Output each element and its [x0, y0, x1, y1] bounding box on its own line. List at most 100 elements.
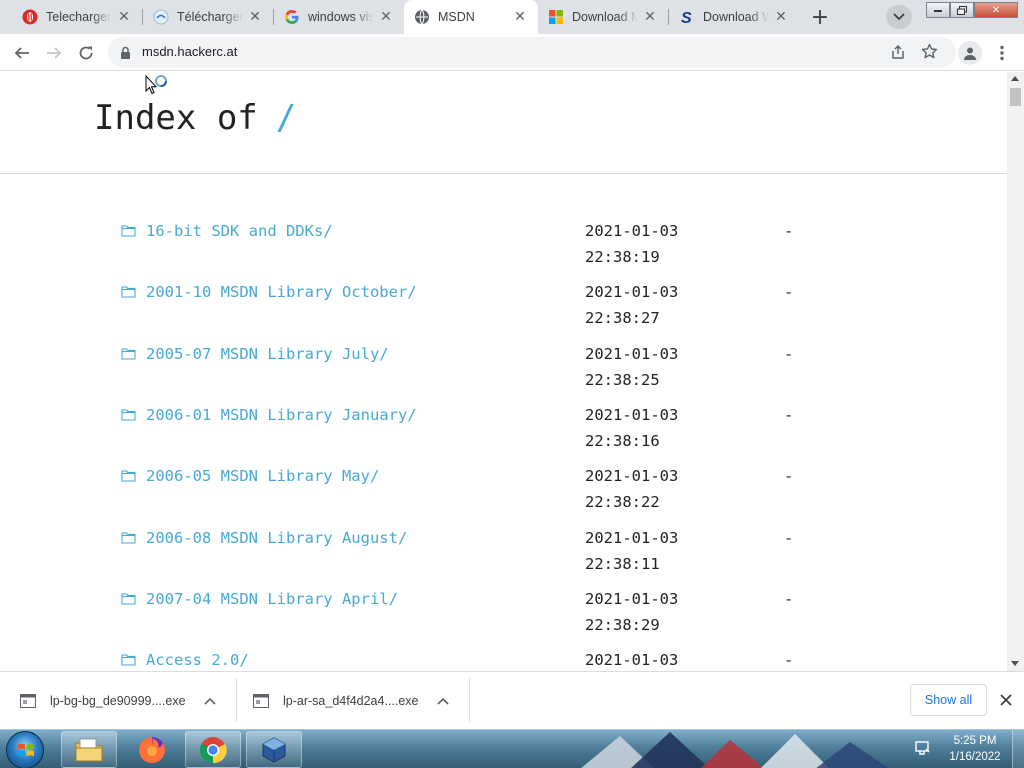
- tab-search-button[interactable]: [886, 5, 912, 29]
- opera-icon: [22, 9, 38, 25]
- reload-button[interactable]: [73, 40, 99, 66]
- modified-time: 22:38:29: [585, 615, 660, 634]
- firefox-icon: [139, 736, 165, 763]
- folder-icon: [121, 652, 136, 670]
- exe-file-icon: [253, 693, 269, 708]
- minimize-button[interactable]: [926, 2, 950, 18]
- chevron-up-icon[interactable]: [203, 697, 216, 705]
- start-button[interactable]: [6, 731, 44, 768]
- directory-link[interactable]: 2001-10 MSDN Library October/: [146, 283, 417, 301]
- windows-logo-icon: [18, 743, 34, 756]
- kebab-menu-icon[interactable]: [992, 41, 1012, 65]
- download-item[interactable]: lp-bg-bg_de90999....exe: [20, 672, 216, 729]
- directory-row: 2005-07 MSDN Library July/2021-01-03 22:3…: [0, 345, 1007, 406]
- scroll-thumb[interactable]: [1010, 88, 1021, 106]
- tab-telecharger-w[interactable]: Télécharger W ✕: [143, 0, 273, 34]
- directory-link[interactable]: Access 2.0/: [146, 651, 249, 669]
- url-text[interactable]: msdn.hackerc.at: [142, 44, 237, 59]
- close-icon[interactable]: ✕: [512, 9, 528, 25]
- directory-row: 2006-05 MSDN Library May/2021-01-03 22:38…: [0, 467, 1007, 528]
- window-close-button[interactable]: ✕: [974, 2, 1018, 18]
- close-icon[interactable]: ✕: [247, 9, 263, 25]
- system-clock[interactable]: 5:25 PM 1/16/2022: [940, 733, 1010, 765]
- tab-telecharger[interactable]: Telecharger d ✕: [12, 0, 142, 34]
- page-scrollbar[interactable]: [1007, 72, 1024, 671]
- action-center-flag-icon[interactable]: [914, 740, 930, 760]
- taskbar-firefox[interactable]: [124, 731, 180, 768]
- directory-row: 2001-10 MSDN Library October/2021-01-03 2…: [0, 283, 1007, 344]
- close-icon[interactable]: [998, 692, 1014, 708]
- taskbar-explorer[interactable]: [61, 731, 117, 768]
- bookmark-star-icon[interactable]: [921, 43, 938, 64]
- directory-link[interactable]: 16-bit SDK and DDKs/: [146, 222, 333, 240]
- show-all-downloads-button[interactable]: Show all: [910, 684, 987, 716]
- close-icon[interactable]: ✕: [773, 9, 789, 25]
- modified-date: 2021-01-03: [585, 589, 679, 608]
- google-icon: [284, 9, 300, 25]
- directory-link[interactable]: 2007-04 MSDN Library April/: [146, 590, 398, 608]
- scroll-up-arrow-icon[interactable]: [1011, 76, 1019, 81]
- close-icon[interactable]: ✕: [378, 9, 394, 25]
- back-button[interactable]: [9, 40, 35, 66]
- page-title: Index of /: [94, 98, 296, 138]
- site-icon: [153, 9, 169, 25]
- s-logo-icon: S: [679, 9, 695, 25]
- file-size: -: [784, 283, 794, 302]
- tab-title: MSDN: [438, 10, 475, 24]
- directory-link[interactable]: 2006-05 MSDN Library May/: [146, 467, 379, 485]
- download-item[interactable]: lp-ar-sa_d4f4d2a4....exe: [253, 672, 449, 729]
- mouse-cursor-busy-icon: [145, 74, 173, 103]
- directory-link[interactable]: 2005-07 MSDN Library July/: [146, 345, 389, 363]
- svg-text:S: S: [681, 10, 692, 25]
- page-viewport: Index of / 16-bit SDK and DDKs/2021-01-03…: [0, 72, 1007, 671]
- modified-datetime: 2021-01-03: [585, 647, 695, 671]
- tab-download-m[interactable]: Download M ✕: [538, 0, 668, 34]
- path-root-link[interactable]: /: [276, 98, 296, 138]
- reload-icon: [79, 46, 93, 60]
- directory-row: 2006-01 MSDN Library January/2021-01-03 2…: [0, 406, 1007, 467]
- directory-link[interactable]: 2006-08 MSDN Library August/: [146, 529, 407, 547]
- tab-windows-vista[interactable]: windows vista ✕: [274, 0, 404, 34]
- modified-time: 22:38:19: [585, 248, 660, 266]
- taskbar-virtualbox[interactable]: [246, 731, 302, 768]
- profile-avatar-icon[interactable]: [958, 41, 982, 65]
- tab-title: Télécharger W: [177, 10, 243, 24]
- modified-date: 2021-01-03: [585, 283, 679, 302]
- share-icon[interactable]: [890, 44, 906, 64]
- lock-icon[interactable]: [120, 45, 131, 64]
- show-desktop-button[interactable]: [1012, 730, 1024, 768]
- modified-datetime: 2021-01-03 22:38:16: [585, 402, 695, 454]
- modified-date: 2021-01-03: [585, 651, 679, 670]
- scroll-down-arrow-icon[interactable]: [1011, 661, 1019, 666]
- address-bar[interactable]: msdn.hackerc.at: [108, 37, 956, 67]
- folder-explorer-icon: [75, 738, 103, 761]
- back-arrow-icon: [14, 47, 29, 59]
- modified-date: 2021-01-03: [585, 528, 679, 547]
- tab-title: Telecharger d: [46, 10, 112, 24]
- microsoft-icon: [548, 9, 564, 25]
- chevron-up-icon[interactable]: [436, 697, 449, 705]
- directory-row: 2006-08 MSDN Library August/2021-01-03 22…: [0, 529, 1007, 590]
- close-icon[interactable]: ✕: [642, 9, 658, 25]
- file-size: -: [784, 651, 794, 670]
- directory-link[interactable]: 2006-01 MSDN Library January/: [146, 406, 417, 424]
- tab-strip: Telecharger d ✕ Télécharger W ✕ windows …: [0, 0, 1024, 34]
- folder-icon: [121, 530, 136, 548]
- download-shelf: lp-bg-bg_de90999....exe lp-ar-sa_d4f4d2a…: [0, 671, 1024, 729]
- directory-row: Access 2.0/2021-01-03 -: [0, 651, 1007, 671]
- tab-download-w[interactable]: S Download W ✕: [669, 0, 799, 34]
- modified-time: 22:38:11: [585, 554, 660, 573]
- new-tab-button[interactable]: +: [806, 5, 834, 30]
- forward-button[interactable]: [41, 40, 67, 66]
- chevron-down-icon: [893, 13, 905, 21]
- tab-msdn[interactable]: MSDN ✕: [404, 0, 538, 34]
- directory-row: 2007-04 MSDN Library April/2021-01-03 22:…: [0, 590, 1007, 651]
- modified-time: 22:38:25: [585, 370, 660, 389]
- close-icon[interactable]: ✕: [116, 9, 132, 25]
- maximize-button[interactable]: [950, 2, 974, 18]
- modified-date: 2021-01-03: [585, 405, 679, 424]
- taskbar-chrome[interactable]: [185, 731, 241, 768]
- modified-datetime: 2021-01-03 22:38:29: [585, 586, 695, 638]
- modified-time: 22:38:22: [585, 493, 660, 512]
- folder-icon: [121, 468, 136, 486]
